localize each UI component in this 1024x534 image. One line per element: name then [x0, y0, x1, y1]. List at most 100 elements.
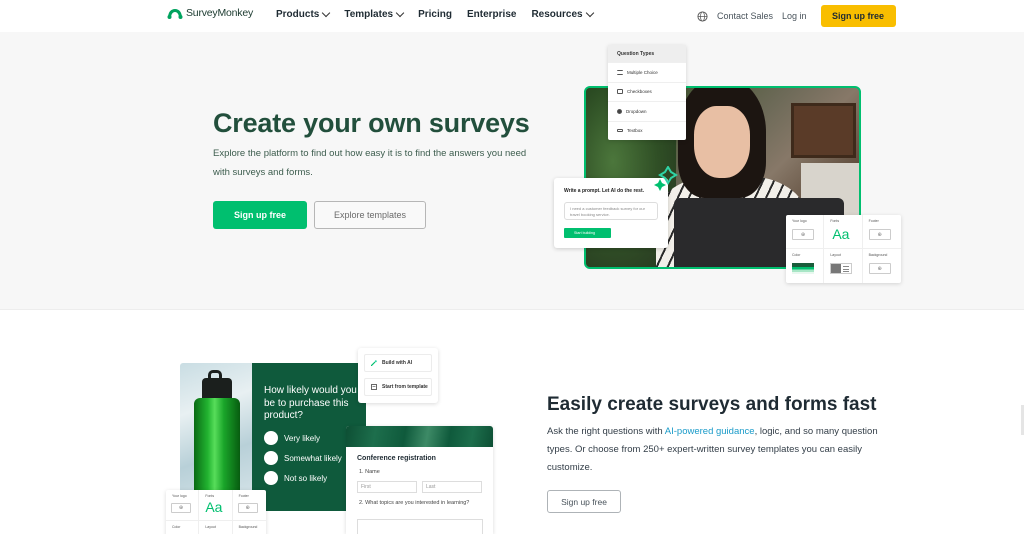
qt-textbox[interactable]: Textbox	[608, 120, 686, 141]
form-title: Conference registration	[357, 455, 436, 462]
option-very-likely[interactable]: Very likely	[264, 431, 320, 445]
list-icon	[617, 69, 623, 75]
start-template-label: Start from template	[382, 384, 428, 390]
tc-layout[interactable]: Layout	[199, 521, 233, 534]
section2-description: Ask the right questions with AI-powered …	[547, 423, 892, 477]
font-sample: Aa	[205, 499, 223, 515]
tc-label: Layout	[205, 525, 216, 529]
layout-icon	[830, 263, 853, 274]
tc-fonts[interactable]: Fonts Aa	[199, 490, 233, 521]
section2-signup-button[interactable]: Sign up free	[547, 490, 621, 513]
form-question-1: 1. Name	[359, 469, 380, 475]
textbox-icon	[617, 129, 623, 133]
login-link[interactable]: Log in	[782, 11, 807, 21]
color-swatch	[792, 263, 814, 274]
first-name-field[interactable]: First	[357, 481, 417, 493]
radio-button[interactable]	[264, 451, 278, 465]
tc-label: Your logo	[172, 494, 187, 498]
qt-label: Dropdown	[626, 108, 647, 114]
ai-wand-icon	[371, 360, 377, 366]
start-from-template-button[interactable]: Start from template	[364, 378, 432, 396]
explore-templates-button[interactable]: Explore templates	[314, 201, 426, 229]
tc-background[interactable]: Background ⊕	[863, 249, 901, 283]
nav-pricing[interactable]: Pricing	[418, 9, 452, 20]
start-building-label: Start building	[574, 231, 595, 235]
tc-label: Layout	[830, 253, 841, 257]
add-icon: ⊕	[171, 503, 191, 513]
add-icon: ⊕	[868, 229, 891, 240]
theme-card-small: Your logo ⊕ Fonts Aa Footer ⊕ Color Layout …	[166, 490, 266, 534]
chevron-down-icon	[585, 8, 594, 17]
bottle-cap	[202, 378, 232, 398]
tc-color[interactable]: Color	[166, 521, 200, 534]
nav-resources[interactable]: Resources	[531, 8, 594, 20]
ai-guidance-link[interactable]: AI-powered guidance	[665, 426, 755, 437]
nav-templates-label: Templates	[344, 9, 394, 20]
nav-products[interactable]: Products	[276, 8, 331, 20]
surveymonkey-logo[interactable]: SurveyMonkey	[167, 7, 253, 19]
nav-pricing-label: Pricing	[418, 9, 452, 20]
build-with-ai-button[interactable]: Build with AI	[364, 354, 432, 372]
checkbox-icon	[617, 89, 623, 95]
top-nav: SurveyMonkey Products Templates Pricing …	[0, 0, 1024, 32]
photo-person-face	[694, 106, 750, 178]
tc-layout[interactable]: Layout	[824, 249, 863, 283]
signup-button-header[interactable]: Sign up free	[820, 5, 896, 27]
qt-dropdown[interactable]: Dropdown	[608, 101, 686, 121]
tc-label: Footer	[238, 494, 249, 498]
tc-footer[interactable]: Footer ⊕	[232, 490, 266, 521]
option-not-so-likely[interactable]: Not so likely	[264, 471, 327, 485]
globe-icon[interactable]	[697, 10, 708, 22]
add-icon: ⊕	[792, 229, 814, 240]
start-building-button[interactable]: Start building	[564, 228, 611, 238]
qt-label: Checkboxes	[627, 89, 652, 95]
tc-label: Fonts	[205, 494, 215, 498]
main-menu: Products Templates Pricing Enterprise Re…	[276, 8, 608, 20]
qt-multiple-choice[interactable]: Multiple Choice	[608, 62, 686, 82]
qt-label: Textbox	[627, 128, 643, 134]
tc-label: Background	[238, 525, 258, 529]
qt-label: Multiple Choice	[627, 69, 658, 75]
nav-templates[interactable]: Templates	[344, 8, 405, 20]
tc-footer[interactable]: Footer ⊕	[862, 215, 901, 249]
option-label: Somewhat likely	[284, 453, 342, 463]
dropdown-icon	[617, 108, 622, 114]
tc-label: Fonts	[830, 219, 840, 223]
add-icon: ⊕	[868, 263, 891, 274]
section2-title: Easily create surveys and forms fast	[547, 394, 877, 415]
option-somewhat-likely[interactable]: Somewhat likely	[264, 451, 342, 465]
last-name-field[interactable]: Last	[422, 481, 482, 493]
ai-prompt-card: Write a prompt. Let AI do the rest. I ne…	[554, 178, 668, 248]
tc-label: Your logo	[792, 219, 807, 223]
radio-button[interactable]	[264, 471, 278, 485]
qt-checkboxes[interactable]: Checkboxes	[608, 81, 686, 102]
ai-card-title: Write a prompt. Let AI do the rest.	[564, 188, 645, 194]
chevron-down-icon	[322, 8, 331, 17]
tc-color[interactable]: Color	[786, 249, 825, 283]
tc-fonts[interactable]: Fonts Aa	[824, 215, 863, 249]
tc-label: Background	[868, 253, 888, 257]
logo-text: SurveyMonkey	[186, 7, 254, 19]
add-icon: ⊕	[237, 503, 258, 513]
chevron-down-icon	[395, 8, 405, 17]
photo-shelf	[791, 103, 856, 158]
option-label: Very likely	[284, 433, 321, 443]
topics-textarea[interactable]	[357, 519, 483, 534]
radio-button[interactable]	[264, 431, 278, 445]
template-icon	[371, 384, 377, 390]
tc-your-logo[interactable]: Your logo ⊕	[166, 490, 200, 521]
question-text: How likely would you be to purchase this…	[264, 385, 357, 421]
tc-label: Color	[792, 253, 801, 257]
hero-title: Create your own surveys	[213, 108, 530, 138]
conference-form-card: Conference registration 1. Name First La…	[346, 426, 493, 534]
ai-prompt-input[interactable]: I need a customer feedback survey for ou…	[564, 202, 658, 220]
font-sample: Aa	[832, 226, 850, 242]
tc-your-logo[interactable]: Your logo ⊕	[786, 215, 825, 249]
nav-resources-label: Resources	[531, 9, 583, 20]
nav-enterprise[interactable]: Enterprise	[467, 9, 516, 20]
question-types-card: Question Types Multiple Choice Checkboxe…	[608, 45, 686, 140]
hero-signup-button[interactable]: Sign up free	[213, 201, 307, 229]
question-types-title: Question Types	[608, 45, 686, 62]
contact-sales-link[interactable]: Contact Sales	[717, 11, 773, 21]
tc-background[interactable]: Background	[233, 521, 266, 534]
